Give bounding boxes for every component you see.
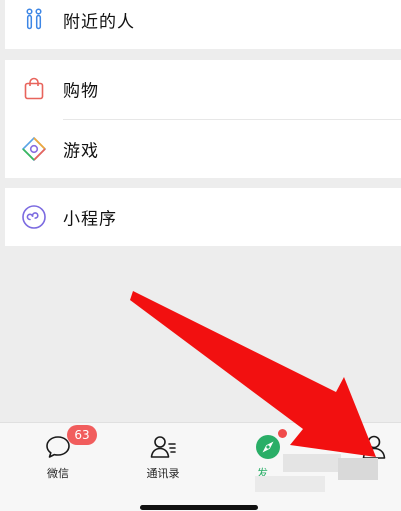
contacts-icon — [149, 433, 177, 461]
card-mini-programs: 小程序 — [5, 188, 401, 246]
tab-contacts[interactable]: 通讯录 — [128, 431, 198, 480]
blurred-region — [255, 476, 325, 492]
menu-item-nearby-label: 附近的人 — [63, 12, 135, 33]
menu-item-shopping[interactable]: 购物 — [5, 60, 401, 118]
menu-item-shopping-label: 购物 — [63, 81, 99, 102]
unread-count-badge: 63 — [67, 425, 97, 445]
menu-item-mini-programs[interactable]: 小程序 — [5, 188, 401, 246]
person-icon — [360, 433, 388, 461]
tab-contacts-label: 通讯录 — [146, 467, 180, 480]
games-icon — [21, 136, 47, 162]
mini-program-icon — [21, 204, 47, 230]
people-nearby-icon — [21, 7, 47, 33]
shopping-bag-icon — [21, 76, 47, 102]
menu-item-nearby[interactable]: 附近的人 — [5, 0, 401, 49]
blurred-region — [283, 454, 341, 472]
card-shopping-games: 购物 游戏 — [5, 60, 401, 178]
discover-red-dot — [278, 429, 287, 438]
tab-chats-label: 微信 — [47, 467, 69, 480]
menu-item-games[interactable]: 游戏 — [5, 120, 401, 178]
menu-item-mini-programs-label: 小程序 — [63, 209, 117, 230]
card-nearby: 附近的人 — [5, 0, 401, 49]
blurred-region — [338, 458, 378, 480]
menu-item-games-label: 游戏 — [63, 141, 99, 162]
home-indicator — [140, 505, 258, 510]
compass-icon — [254, 433, 282, 461]
